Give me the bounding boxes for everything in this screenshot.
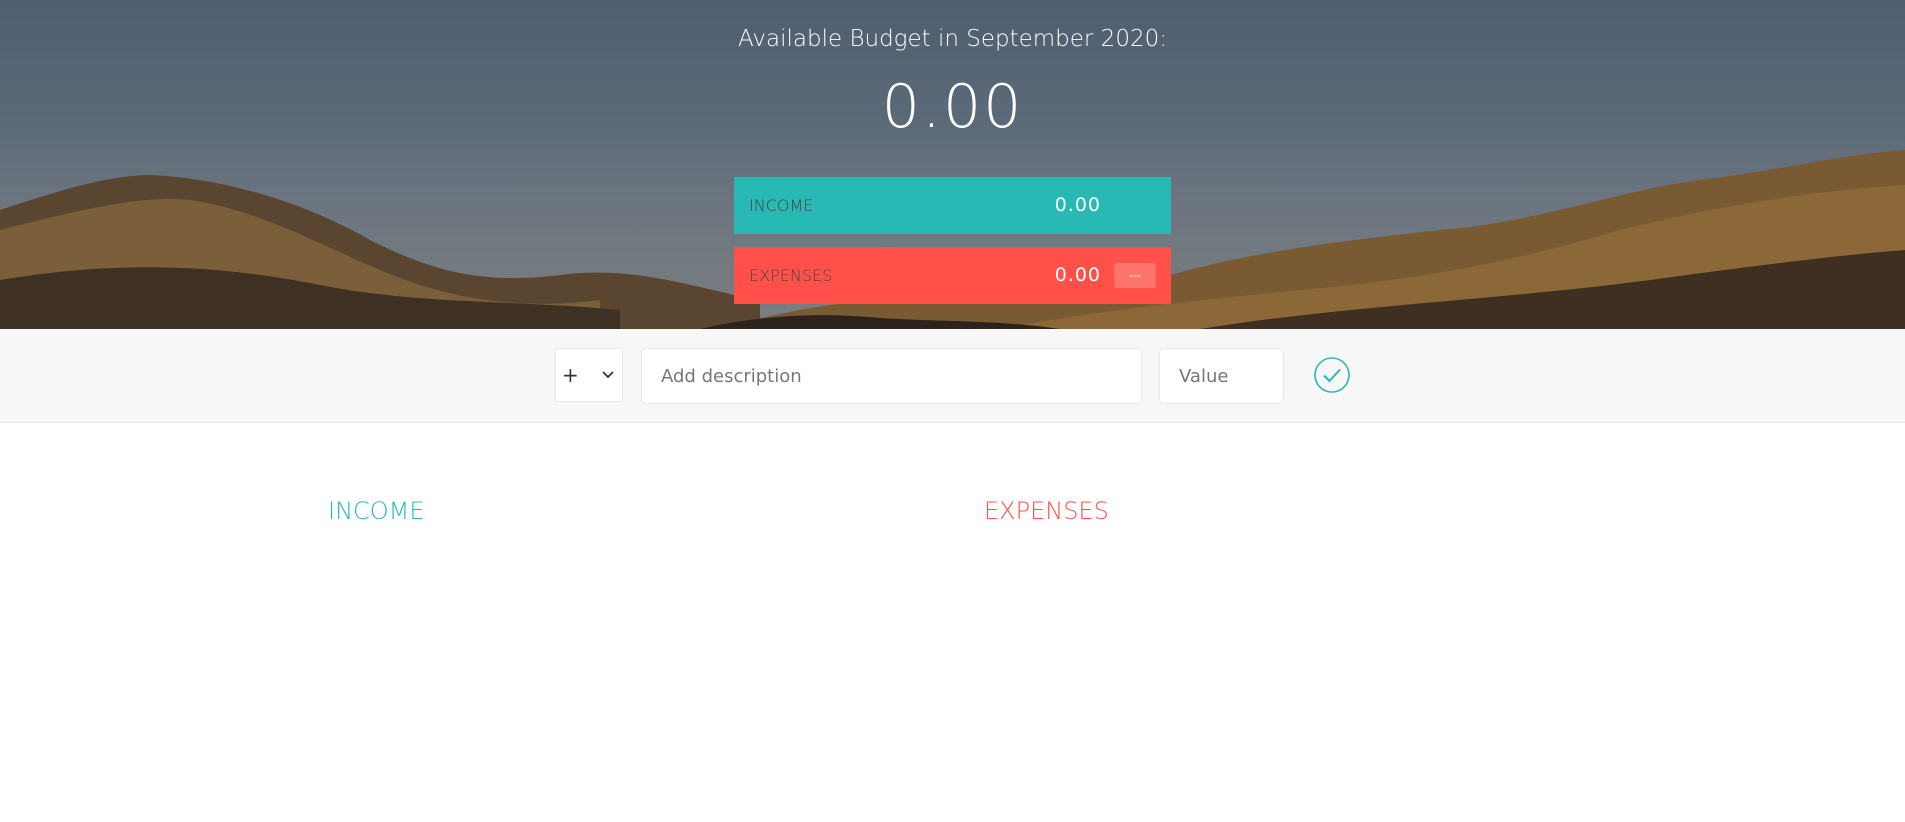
available-budget-value: 0.00 bbox=[881, 72, 1024, 142]
value-input[interactable] bbox=[1159, 348, 1284, 404]
income-summary-value: 0.00 bbox=[1054, 194, 1101, 216]
budget-header: Available Budget in September 2020: 0.00… bbox=[0, 0, 1905, 329]
expenses-summary-label: EXPENSES bbox=[749, 266, 833, 285]
expenses-summary-value: 0.00 bbox=[1054, 264, 1101, 286]
income-list-title: INCOME bbox=[328, 497, 425, 525]
chevron-down-icon bbox=[602, 371, 614, 379]
check-circle-icon bbox=[1314, 357, 1350, 393]
description-input[interactable] bbox=[641, 348, 1142, 404]
expenses-summary: EXPENSES 0.00 --- bbox=[734, 247, 1171, 304]
budget-title: Available Budget in September 2020: bbox=[738, 26, 1167, 52]
type-select-value: + bbox=[562, 363, 579, 387]
type-select[interactable]: + bbox=[555, 348, 623, 402]
add-item-button[interactable] bbox=[1313, 356, 1351, 394]
expenses-list-title: EXPENSES bbox=[984, 497, 1109, 525]
income-summary: INCOME 0.00 bbox=[734, 177, 1171, 234]
add-item-form: + bbox=[0, 329, 1905, 423]
expenses-percentage-badge: --- bbox=[1114, 263, 1156, 288]
income-summary-label: INCOME bbox=[749, 196, 814, 215]
